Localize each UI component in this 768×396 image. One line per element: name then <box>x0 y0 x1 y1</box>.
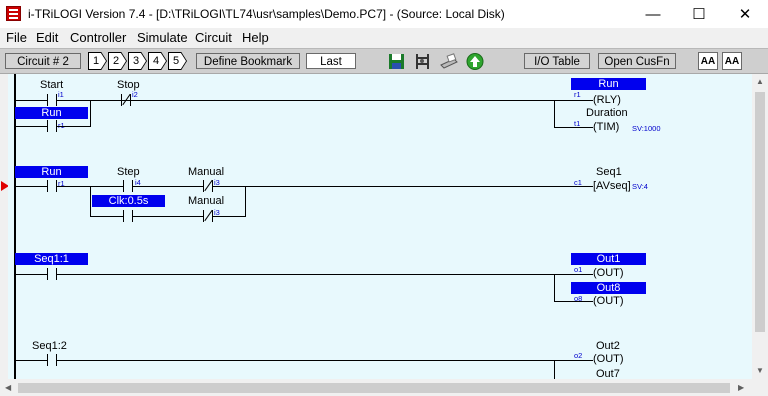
sequencer-label-seq1: Seq1 <box>596 166 622 178</box>
app-logo-icon <box>6 6 21 21</box>
address-o8: o8 <box>574 294 583 303</box>
address-t1: t1 <box>574 119 581 128</box>
menu-edit[interactable]: Edit <box>36 30 58 45</box>
address-c1: c1 <box>574 178 582 187</box>
contact-run-c2[interactable] <box>47 180 57 192</box>
contact-stop[interactable] <box>121 93 131 106</box>
wire <box>554 100 555 128</box>
contact-label-clk[interactable]: Clk:0.5s <box>92 195 165 207</box>
wire <box>16 274 47 275</box>
window-title: i-TRiLOGI Version 7.4 - [D:\TRiLOGI\TL74… <box>28 7 505 21</box>
wire <box>213 216 245 217</box>
coil-label-run[interactable]: Run <box>571 78 646 90</box>
wire <box>554 360 555 379</box>
wire <box>90 100 91 127</box>
coil-out2[interactable]: (OUT) <box>593 353 624 365</box>
scroll-up-icon[interactable]: ▲ <box>756 77 764 86</box>
contact-start[interactable] <box>47 94 57 106</box>
contact-label-run[interactable]: Run <box>15 107 88 119</box>
wire <box>16 126 47 127</box>
wire <box>57 100 130 101</box>
coil-label-out8[interactable]: Out8 <box>571 282 646 294</box>
coil-label-out7: Out7 <box>596 368 620 379</box>
coil-label-out2: Out2 <box>596 340 620 352</box>
contact-seq1-1[interactable] <box>47 268 57 280</box>
wire <box>57 274 593 275</box>
wire <box>16 360 47 361</box>
coil-out1[interactable]: (OUT) <box>593 267 624 279</box>
scroll-left-icon[interactable]: ◀ <box>5 383 11 392</box>
contact-label-seq1-1[interactable]: Seq1:1 <box>15 253 88 265</box>
io-table-button[interactable]: I/O Table <box>524 53 590 69</box>
ladder-canvas[interactable]: Start i1 Run r1 Stop i2 Run r1 (RLY) Dur… <box>8 74 752 379</box>
coil-avseq[interactable]: [AVseq] <box>593 180 631 192</box>
font-increase-button[interactable]: AA <box>698 52 718 70</box>
wire <box>131 100 593 101</box>
wire <box>90 186 91 216</box>
address-i2: i2 <box>132 90 138 99</box>
contact-manual-2[interactable] <box>203 209 213 222</box>
menu-simulate[interactable]: Simulate <box>137 30 188 45</box>
define-bookmark-button[interactable]: Define Bookmark <box>196 53 300 69</box>
coil-tim[interactable]: (TIM) <box>593 121 619 133</box>
upload-icon[interactable] <box>466 53 484 70</box>
minimize-button[interactable]: — <box>630 0 676 28</box>
wire <box>16 186 47 187</box>
contact-manual-nc[interactable] <box>203 179 213 192</box>
menu-circuit[interactable]: Circuit <box>195 30 232 45</box>
contact-label-run-c2[interactable]: Run <box>15 166 88 178</box>
horizontal-scrollbar[interactable]: ◀ ▶ <box>0 379 768 396</box>
vertical-scrollbar[interactable]: ▲ ▼ <box>752 74 768 379</box>
wire <box>57 360 593 361</box>
address-o1: o1 <box>574 265 583 274</box>
menu-bar: File Edit Controller Simulate Circuit He… <box>0 28 768 48</box>
menu-help[interactable]: Help <box>242 30 269 45</box>
contact-run-seal[interactable] <box>47 120 57 132</box>
contact-label-manual-2: Manual <box>188 195 225 207</box>
close-button[interactable]: ✕ <box>722 0 768 28</box>
timer-setvalue: SV:1000 <box>632 124 661 133</box>
timer-label-duration: Duration <box>586 107 628 119</box>
wire <box>213 186 593 187</box>
ladder-icon[interactable] <box>414 53 432 70</box>
font-decrease-button[interactable]: AA <box>722 52 742 70</box>
wire <box>554 274 555 302</box>
scroll-right-icon[interactable]: ▶ <box>738 383 744 392</box>
address-i1: i1 <box>58 90 64 99</box>
coil-rly[interactable]: (RLY) <box>593 94 621 106</box>
wire <box>57 126 90 127</box>
toolbar: Circuit # 2 1 2 3 4 5 Define Bookmark La… <box>0 48 768 74</box>
address-o2: o2 <box>574 351 583 360</box>
menu-controller[interactable]: Controller <box>70 30 126 45</box>
vertical-scroll-thumb[interactable] <box>755 92 765 332</box>
title-bar: i-TRiLOGI Version 7.4 - [D:\TRiLOGI\TL74… <box>0 0 768 29</box>
contact-label-seq1-2: Seq1:2 <box>32 340 67 352</box>
wire <box>133 186 203 187</box>
sequencer-setvalue: SV:4 <box>632 182 648 191</box>
printer-icon[interactable] <box>440 53 458 70</box>
address-r1-coil: r1 <box>574 90 581 99</box>
left-power-rail <box>14 74 16 379</box>
scroll-down-icon[interactable]: ▼ <box>756 366 764 375</box>
contact-label-step: Step <box>117 166 140 178</box>
wire <box>133 216 203 217</box>
contact-seq1-2[interactable] <box>47 354 57 366</box>
wire <box>245 186 246 217</box>
wire <box>16 100 47 101</box>
save-icon[interactable] <box>388 53 406 70</box>
contact-step[interactable] <box>123 180 133 192</box>
contact-clk[interactable] <box>123 210 133 222</box>
wire <box>90 216 123 217</box>
last-button[interactable]: Last <box>306 53 356 69</box>
circuit-number-button[interactable]: Circuit # 2 <box>5 53 81 69</box>
horizontal-scroll-thumb[interactable] <box>18 383 730 393</box>
maximize-button[interactable]: ☐ <box>676 0 722 28</box>
coil-out8[interactable]: (OUT) <box>593 295 624 307</box>
open-cusfn-button[interactable]: Open CusFn <box>598 53 676 69</box>
menu-file[interactable]: File <box>6 30 27 45</box>
coil-label-out1[interactable]: Out1 <box>571 253 646 265</box>
contact-label-manual: Manual <box>188 166 225 178</box>
